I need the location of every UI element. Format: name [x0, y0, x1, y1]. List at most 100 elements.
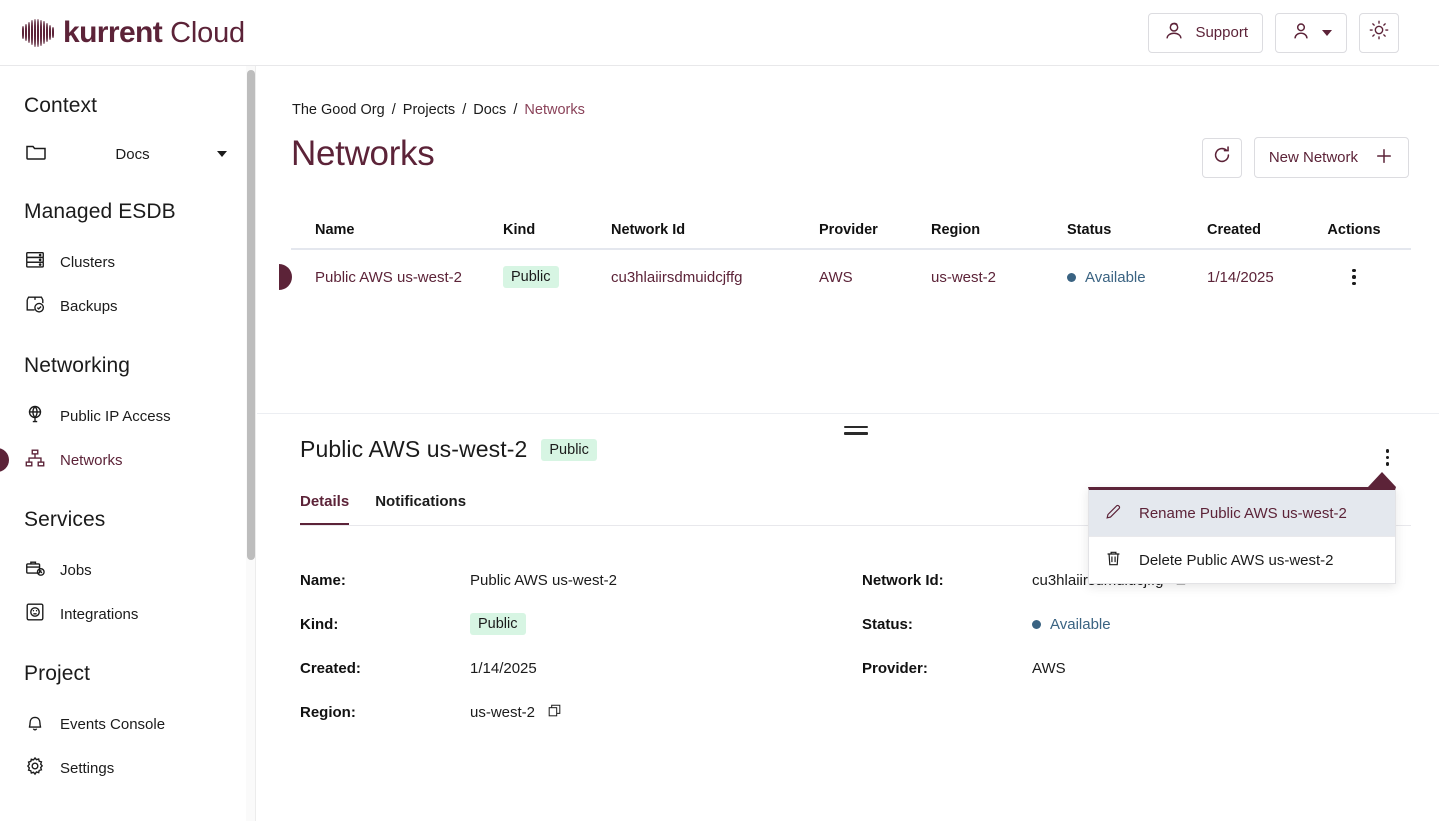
main-content: The Good Org / Projects / Docs / Network… [257, 66, 1439, 821]
breadcrumb: The Good Org / Projects / Docs / Network… [292, 102, 585, 118]
detail-fields-right: Network Id: cu3hlaiirsdmuidcjffg Status: [862, 558, 1424, 734]
status-badge: Available [1032, 616, 1111, 633]
detail-fields-left: Name: Public AWS us-west-2 Kind: Public … [300, 558, 862, 734]
new-network-button[interactable]: New Network [1254, 137, 1409, 178]
field-region: Region: us-west-2 [300, 690, 862, 734]
cell-status: Available [1067, 269, 1207, 286]
menu-item-label: Rename Public AWS us-west-2 [1139, 505, 1347, 522]
sidebar-item-backups[interactable]: Backups [0, 284, 247, 328]
field-value: 1/14/2025 [470, 660, 537, 677]
user-icon [1290, 20, 1312, 46]
sidebar-item-clusters[interactable]: Clusters [0, 240, 247, 284]
context-menu-caret-icon [1368, 472, 1396, 487]
column-header-region: Region [931, 222, 1067, 238]
support-label: Support [1195, 24, 1248, 41]
field-value: Public [470, 613, 526, 635]
tab-details[interactable]: Details [300, 493, 349, 526]
sidebar-item-label: Integrations [60, 606, 138, 623]
sidebar-item-public-ip-access[interactable]: Public IP Access [0, 394, 247, 438]
cell-kind: Public [503, 266, 611, 288]
detail-title: Public AWS us-west-2 [300, 436, 527, 463]
sidebar: Context Docs Managed ESDB Cl [0, 66, 247, 821]
table-header-row: Name Kind Network Id Provider Region Sta… [291, 212, 1411, 250]
cell-network-id: cu3hlaiirsdmuidcjffg [611, 269, 819, 286]
row-kebab-menu-icon[interactable] [1352, 269, 1356, 286]
context-project-selector[interactable]: Docs [0, 134, 247, 174]
context-project-name: Docs [60, 146, 205, 163]
logo-stripes-icon [22, 18, 54, 48]
status-label: Available [1085, 269, 1146, 286]
column-header-provider: Provider [819, 222, 931, 238]
sidebar-heading-project: Project [0, 662, 247, 686]
sidebar-item-label: Clusters [60, 254, 115, 271]
trash-icon [1104, 549, 1123, 572]
field-label: Network Id: [862, 572, 1032, 589]
status-dot-icon [1032, 620, 1041, 629]
network-context-menu: Rename Public AWS us-west-2 Delete Publi… [1088, 487, 1396, 584]
sidebar-item-networks[interactable]: Networks [0, 438, 247, 482]
breadcrumb-current: Networks [524, 102, 584, 118]
network-detail-panel: Public AWS us-west-2 Public Details Noti… [257, 436, 1439, 734]
kind-badge: Public [470, 613, 526, 635]
tab-notifications[interactable]: Notifications [375, 493, 466, 526]
sidebar-item-label: Networks [60, 452, 123, 469]
refresh-icon [1211, 144, 1233, 171]
networks-table: Name Kind Network Id Provider Region Sta… [291, 212, 1411, 304]
breadcrumb-projects[interactable]: Projects [403, 102, 455, 118]
cell-name[interactable]: Public AWS us-west-2 [291, 269, 503, 286]
breadcrumb-separator: / [392, 102, 396, 118]
outlet-icon [24, 601, 46, 627]
status-badge: Available [1067, 269, 1207, 286]
menu-item-delete[interactable]: Delete Public AWS us-west-2 [1089, 537, 1395, 583]
column-header-name: Name [291, 222, 503, 238]
sidebar-scrollbar-thumb[interactable] [247, 70, 255, 560]
cell-region: us-west-2 [931, 269, 1067, 286]
cell-provider: AWS [819, 269, 931, 286]
table-row[interactable]: Public AWS us-west-2 Public cu3hlaiirsdm… [291, 250, 1411, 304]
sidebar-item-label: Settings [60, 760, 114, 777]
sidebar-item-events-console[interactable]: Events Console [0, 702, 247, 746]
plus-icon [1374, 146, 1394, 170]
sidebar-item-label: Jobs [60, 562, 92, 579]
copy-icon[interactable] [547, 703, 562, 722]
detail-fields: Name: Public AWS us-west-2 Kind: Public … [257, 558, 1439, 734]
theme-toggle-button[interactable] [1359, 13, 1399, 53]
field-label: Provider: [862, 660, 1032, 677]
backup-icon [24, 293, 46, 319]
detail-kebab-menu-icon[interactable] [1386, 449, 1390, 466]
support-button[interactable]: Support [1148, 13, 1263, 53]
field-kind: Kind: Public [300, 602, 862, 646]
field-value: AWS [1032, 660, 1066, 677]
account-menu-button[interactable] [1275, 13, 1347, 53]
menu-item-label: Delete Public AWS us-west-2 [1139, 552, 1334, 569]
breadcrumb-org[interactable]: The Good Org [292, 102, 385, 118]
breadcrumb-separator: / [462, 102, 466, 118]
menu-item-rename[interactable]: Rename Public AWS us-west-2 [1089, 490, 1395, 536]
sidebar-scrollbar[interactable] [246, 66, 256, 821]
cell-actions [1319, 269, 1389, 286]
column-header-actions: Actions [1319, 222, 1389, 238]
field-status: Status: Available [862, 602, 1424, 646]
panel-divider [257, 413, 1439, 414]
app-logo: kurrent Cloud [22, 16, 245, 50]
sidebar-item-integrations[interactable]: Integrations [0, 592, 247, 636]
status-label: Available [1050, 616, 1111, 633]
field-created: Created: 1/14/2025 [300, 646, 862, 690]
app-root: kurrent Cloud Support [0, 0, 1439, 821]
column-header-kind: Kind [503, 222, 611, 238]
sidebar-item-jobs[interactable]: Jobs [0, 548, 247, 592]
sidebar-heading-services: Services [0, 508, 247, 532]
top-bar-actions: Support [1148, 13, 1399, 53]
field-name: Name: Public AWS us-west-2 [300, 558, 862, 602]
field-value-wrap: us-west-2 [470, 703, 562, 722]
sidebar-item-settings[interactable]: Settings [0, 746, 247, 790]
refresh-button[interactable] [1202, 138, 1242, 178]
field-value: Public AWS us-west-2 [470, 572, 617, 589]
breadcrumb-separator: / [513, 102, 517, 118]
page-title: Networks [291, 134, 434, 174]
page-actions: New Network [1202, 137, 1409, 178]
sidebar-item-label: Public IP Access [60, 408, 171, 425]
active-item-marker [0, 448, 9, 472]
breadcrumb-project[interactable]: Docs [473, 102, 506, 118]
sidebar-heading-networking: Networking [0, 354, 247, 378]
